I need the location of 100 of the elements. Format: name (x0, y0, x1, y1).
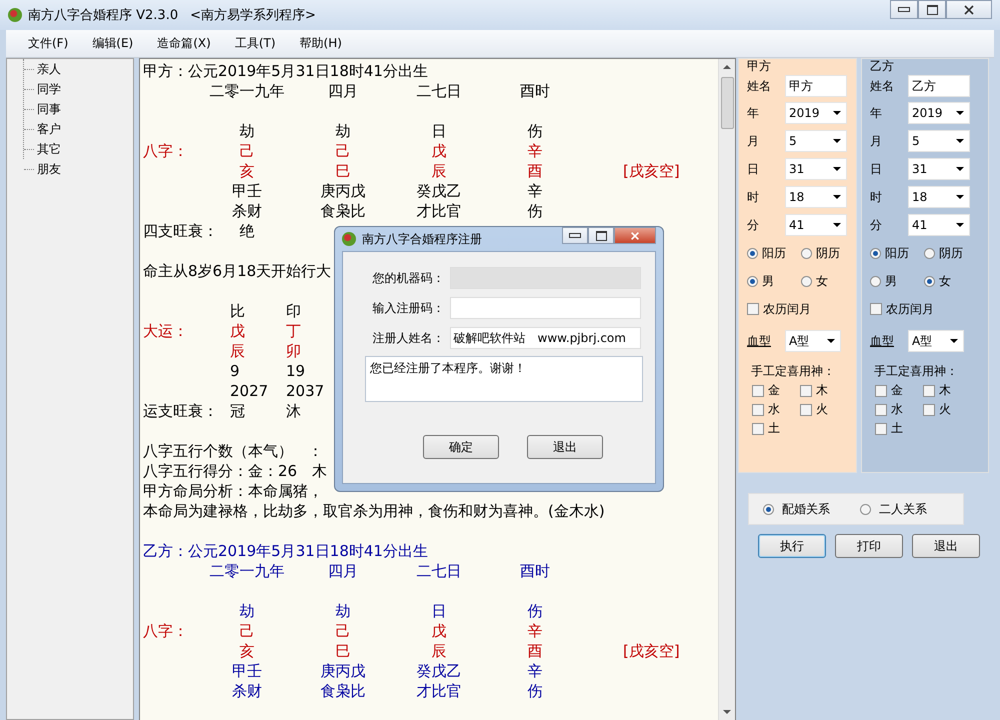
element-checkbox[interactable]: 金 (752, 382, 800, 399)
row-label: 大运： (143, 322, 188, 340)
name-field[interactable]: 乙方 (908, 75, 970, 97)
chart-cell: 己 (240, 142, 254, 160)
close-button[interactable] (946, 0, 992, 19)
date-dropdown[interactable]: 41 (908, 214, 970, 236)
caret-icon (956, 139, 964, 143)
chart-cell: 伤 (528, 682, 542, 700)
caret-icon (956, 195, 964, 199)
element-checkbox[interactable]: 水 (752, 401, 800, 418)
menu-item[interactable]: 文件(F) (20, 32, 76, 55)
leap-month-checkbox[interactable]: 农历闰月 (870, 300, 934, 318)
chart-cell: 四月 (328, 82, 358, 100)
caret-icon (833, 195, 841, 199)
name-field[interactable]: 甲方 (785, 75, 847, 97)
chart-cell: 日 (432, 602, 446, 620)
tree-item[interactable]: 亲人 (34, 60, 61, 78)
action-button[interactable]: 执行 (758, 534, 826, 558)
action-button[interactable]: 打印 (835, 534, 903, 558)
menu-item[interactable]: 编辑(E) (84, 32, 142, 55)
date-dropdown[interactable]: 5 (785, 130, 847, 152)
chart-cell: 伤 (528, 602, 542, 620)
field-label: 时 (747, 188, 760, 206)
chart-cell: 亥 (240, 162, 254, 180)
luck-cell: 2027 (230, 382, 268, 400)
luck-cell: 9 (230, 362, 240, 380)
calendar-radio[interactable]: 阴历 (801, 244, 849, 262)
calendar-radio[interactable]: 阴历 (924, 244, 972, 262)
sex-radio[interactable]: 男 (870, 272, 918, 290)
date-dropdown[interactable]: 18 (908, 186, 970, 208)
chart-cell: 劫 (336, 602, 350, 620)
minimize-button[interactable] (562, 227, 588, 244)
element-checkbox[interactable]: 火 (923, 401, 971, 418)
date-dropdown[interactable]: 18 (785, 186, 847, 208)
relation-radio[interactable]: 配婚关系 (763, 500, 830, 518)
tree-item[interactable]: 其它 (34, 140, 61, 158)
field-label: 姓名 (747, 78, 772, 94)
relation-radio[interactable]: 二人关系 (860, 500, 927, 518)
window-title: 南方八字合婚程序 V2.3.0 (28, 7, 178, 24)
element-checkbox[interactable]: 土 (752, 420, 800, 437)
luck-cell: 19 (286, 362, 306, 380)
chart-cell: 庚丙戊 (320, 662, 366, 680)
caret-icon (950, 339, 958, 343)
element-checkbox[interactable]: 土 (875, 420, 923, 437)
maximize-button[interactable] (918, 0, 946, 19)
dialog-button[interactable]: 退出 (527, 435, 603, 459)
menu-item[interactable]: 帮助(H) (292, 32, 350, 55)
element-checkbox[interactable]: 木 (800, 382, 848, 399)
field-label: 时 (870, 188, 883, 206)
message-text: 您已经注册了本程序。谢谢！ (370, 361, 526, 375)
menu-item[interactable]: 造命篇(X) (149, 32, 219, 55)
calendar-radio[interactable]: 阳历 (870, 244, 918, 262)
chart-cell: 才比官 (416, 202, 462, 220)
date-dropdown[interactable]: 5 (908, 130, 970, 152)
input-field[interactable] (450, 297, 641, 319)
date-dropdown[interactable]: 31 (908, 158, 970, 180)
void-note: [戌亥空] (622, 641, 680, 661)
menu-item[interactable]: 工具(T) (226, 32, 284, 55)
caret-icon (833, 167, 841, 171)
caret-icon (956, 167, 964, 171)
element-checkbox[interactable]: 火 (800, 401, 848, 418)
sex-radio[interactable]: 女 (924, 272, 972, 290)
minimize-button[interactable] (890, 0, 918, 19)
date-dropdown[interactable]: 31 (785, 158, 847, 180)
sex-radio[interactable]: 男 (747, 272, 795, 290)
element-checkbox[interactable]: 木 (923, 382, 971, 399)
row-label: 运支旺衰： (143, 402, 218, 420)
scrollbar[interactable] (718, 59, 735, 720)
field-label: 分 (870, 216, 883, 234)
chart-cell: 辰 (432, 162, 446, 180)
maximize-button[interactable] (588, 227, 614, 244)
chart-cell: 亥 (240, 642, 254, 660)
luck-cell: 戊 (230, 322, 245, 340)
dialog-button[interactable]: 确定 (423, 435, 499, 459)
tree-item[interactable]: 朋友 (34, 160, 61, 178)
leap-month-checkbox[interactable]: 农历闰月 (747, 300, 811, 318)
element-checkbox[interactable]: 金 (875, 382, 923, 399)
blood-type-dropdown[interactable]: A型 (908, 330, 964, 352)
element-checkbox[interactable]: 水 (875, 401, 923, 418)
chart-cell: 己 (336, 142, 350, 160)
report-text: 甲方命局分析：本命属猪， (143, 481, 323, 501)
close-icon (630, 230, 640, 240)
action-button[interactable]: 退出 (912, 534, 980, 558)
row-label: 八字： (143, 142, 188, 160)
field-label: 年 (747, 104, 760, 122)
tree-item[interactable]: 同学 (34, 80, 61, 98)
chart-cell: 甲壬 (232, 662, 262, 680)
tree-item[interactable]: 客户 (34, 120, 61, 138)
blood-type-dropdown[interactable]: A型 (785, 330, 841, 352)
report-text: 甲方：公元2019年5月31日18时41分出生 (143, 61, 428, 81)
input-field[interactable]: 破解吧软件站 www.pjbrj.com (450, 327, 641, 349)
chart-cell: 酉 (528, 642, 542, 660)
calendar-radio[interactable]: 阳历 (747, 244, 795, 262)
field-label: 月 (870, 132, 883, 150)
sex-radio[interactable]: 女 (801, 272, 849, 290)
chart-cell: 杀财 (232, 202, 262, 220)
date-dropdown[interactable]: 2019 (908, 102, 970, 124)
tree-item[interactable]: 同事 (34, 100, 61, 118)
date-dropdown[interactable]: 2019 (785, 102, 847, 124)
date-dropdown[interactable]: 41 (785, 214, 847, 236)
